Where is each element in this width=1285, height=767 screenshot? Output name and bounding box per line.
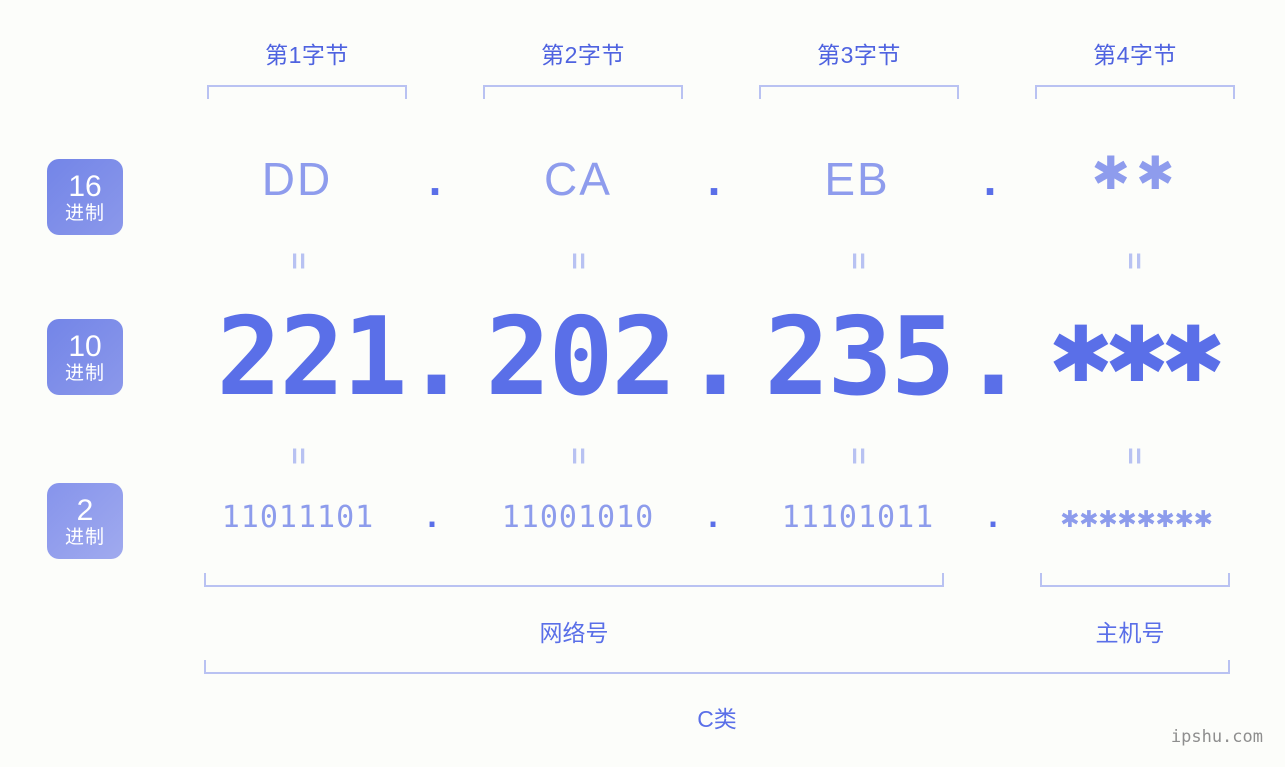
network-bracket	[204, 573, 944, 587]
host-bracket	[1040, 573, 1230, 587]
equals-mark-dec-bin-3: =	[842, 447, 875, 465]
decimal-byte-2: 202	[485, 295, 676, 420]
byte-bracket-4	[1035, 85, 1235, 99]
class-bracket	[204, 660, 1230, 674]
base-badge-decimal-number: 10	[68, 329, 102, 363]
equals-mark-hex-dec-1: =	[282, 252, 315, 270]
binary-byte-4: ✱✱✱✱✱✱✱✱	[1060, 500, 1214, 535]
equals-mark-hex-dec-3: =	[842, 252, 875, 270]
byte-bracket-3	[759, 85, 959, 99]
hex-byte-4: ✱✱	[1091, 147, 1181, 199]
binary-byte-3: 11101011	[781, 500, 935, 535]
byte-header-3: 第3字节	[817, 42, 901, 68]
base-badge-hex-label: 进制	[64, 202, 105, 224]
decimal-byte-3: 235	[764, 295, 955, 420]
decimal-byte-1: 221	[216, 295, 407, 420]
byte-header-2: 第2字节	[541, 42, 625, 68]
hex-byte-1: DD	[261, 153, 333, 205]
class-label: C类	[697, 706, 737, 732]
byte-header-4: 第4字节	[1093, 42, 1177, 68]
byte-header-1: 第1字节	[265, 42, 349, 68]
watermark: ipshu.com	[1170, 727, 1263, 747]
ip-breakdown-diagram: 第1字节 第2字节 第3字节 第4字节 16 进制 10 进制 2 进制 DD …	[0, 0, 1285, 767]
equals-mark-dec-bin-2: =	[562, 447, 595, 465]
binary-separator-1: .	[422, 500, 442, 535]
base-badge-hex-number: 16	[68, 169, 102, 203]
base-badge-binary-label: 进制	[64, 526, 105, 548]
hex-separator-1: .	[428, 153, 442, 205]
equals-mark-hex-dec-4: =	[1118, 252, 1151, 270]
base-badge-hex[interactable]: 16 进制	[47, 159, 123, 235]
binary-byte-2: 11001010	[501, 500, 655, 535]
base-badge-decimal[interactable]: 10 进制	[47, 319, 123, 395]
binary-byte-1: 11011101	[221, 500, 375, 535]
hex-byte-2: CA	[544, 153, 612, 205]
network-label: 网络号	[539, 620, 609, 646]
byte-bracket-2	[483, 85, 683, 99]
equals-mark-dec-bin-1: =	[282, 447, 315, 465]
byte-bracket-1	[207, 85, 407, 99]
equals-mark-dec-bin-4: =	[1118, 447, 1151, 465]
binary-separator-3: .	[983, 500, 1003, 535]
hex-separator-3: .	[983, 153, 997, 205]
base-badge-binary[interactable]: 2 进制	[47, 483, 123, 559]
host-label: 主机号	[1095, 620, 1165, 646]
hex-byte-3: EB	[824, 153, 890, 205]
base-badge-binary-number: 2	[76, 493, 94, 527]
decimal-byte-4: ✱✱✱	[1050, 288, 1224, 405]
equals-mark-hex-dec-2: =	[562, 252, 595, 270]
hex-separator-2: .	[707, 153, 721, 205]
binary-separator-2: .	[703, 500, 723, 535]
base-badge-decimal-label: 进制	[64, 362, 105, 384]
